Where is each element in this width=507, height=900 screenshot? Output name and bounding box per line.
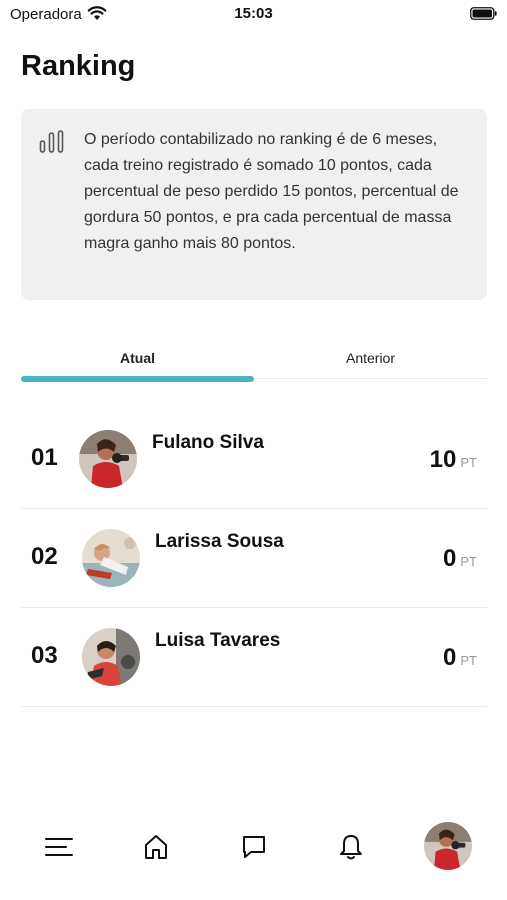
menu-icon[interactable] — [44, 832, 74, 862]
points: 0 PT — [443, 545, 477, 573]
points-value: 0 — [443, 644, 457, 671]
bar-chart-icon — [39, 130, 64, 153]
ranking-info-box: O período contabilizado no ranking é de … — [21, 109, 487, 300]
avatar — [79, 430, 137, 488]
points-unit: PT — [460, 653, 477, 668]
points: 10 PT — [430, 446, 477, 474]
bottom-nav — [0, 816, 507, 878]
rank-position: 02 — [31, 543, 58, 570]
points-unit: PT — [460, 554, 477, 569]
profile-avatar[interactable] — [424, 822, 472, 870]
tab-anterior[interactable]: Anterior — [254, 340, 487, 376]
ranking-row[interactable]: 03 Luisa Tavares 0 PT — [21, 608, 487, 707]
active-tab-indicator — [21, 376, 254, 382]
ranking-tabs: Atual Anterior — [21, 340, 487, 384]
points-value: 0 — [443, 545, 457, 572]
ranking-info-text: O período contabilizado no ranking é de … — [84, 131, 459, 252]
athlete-name: Larissa Sousa — [155, 531, 284, 552]
points: 0 PT — [443, 644, 477, 672]
page-title: Ranking — [21, 50, 136, 82]
ranking-row[interactable]: 01 Fulano Silva 10 PT — [21, 410, 487, 509]
avatar — [82, 628, 140, 686]
avatar — [82, 529, 140, 587]
tab-atual[interactable]: Atual — [21, 340, 254, 376]
status-bar: Operadora 15:03 — [0, 0, 507, 30]
chat-icon[interactable] — [239, 832, 269, 862]
status-time: 15:03 — [234, 5, 273, 22]
athlete-name: Fulano Silva — [152, 432, 264, 453]
rank-position: 03 — [31, 642, 58, 669]
bell-icon[interactable] — [336, 832, 366, 862]
home-icon[interactable] — [141, 832, 171, 862]
points-unit: PT — [460, 455, 477, 470]
battery-icon — [470, 7, 497, 20]
rank-position: 01 — [31, 444, 58, 471]
athlete-name: Luisa Tavares — [155, 630, 281, 651]
points-value: 10 — [429, 446, 457, 473]
ranking-list: 01 Fulano Silva 10 PT 02 Larissa Sousa 0… — [21, 410, 487, 707]
ranking-row[interactable]: 02 Larissa Sousa 0 PT — [21, 509, 487, 608]
